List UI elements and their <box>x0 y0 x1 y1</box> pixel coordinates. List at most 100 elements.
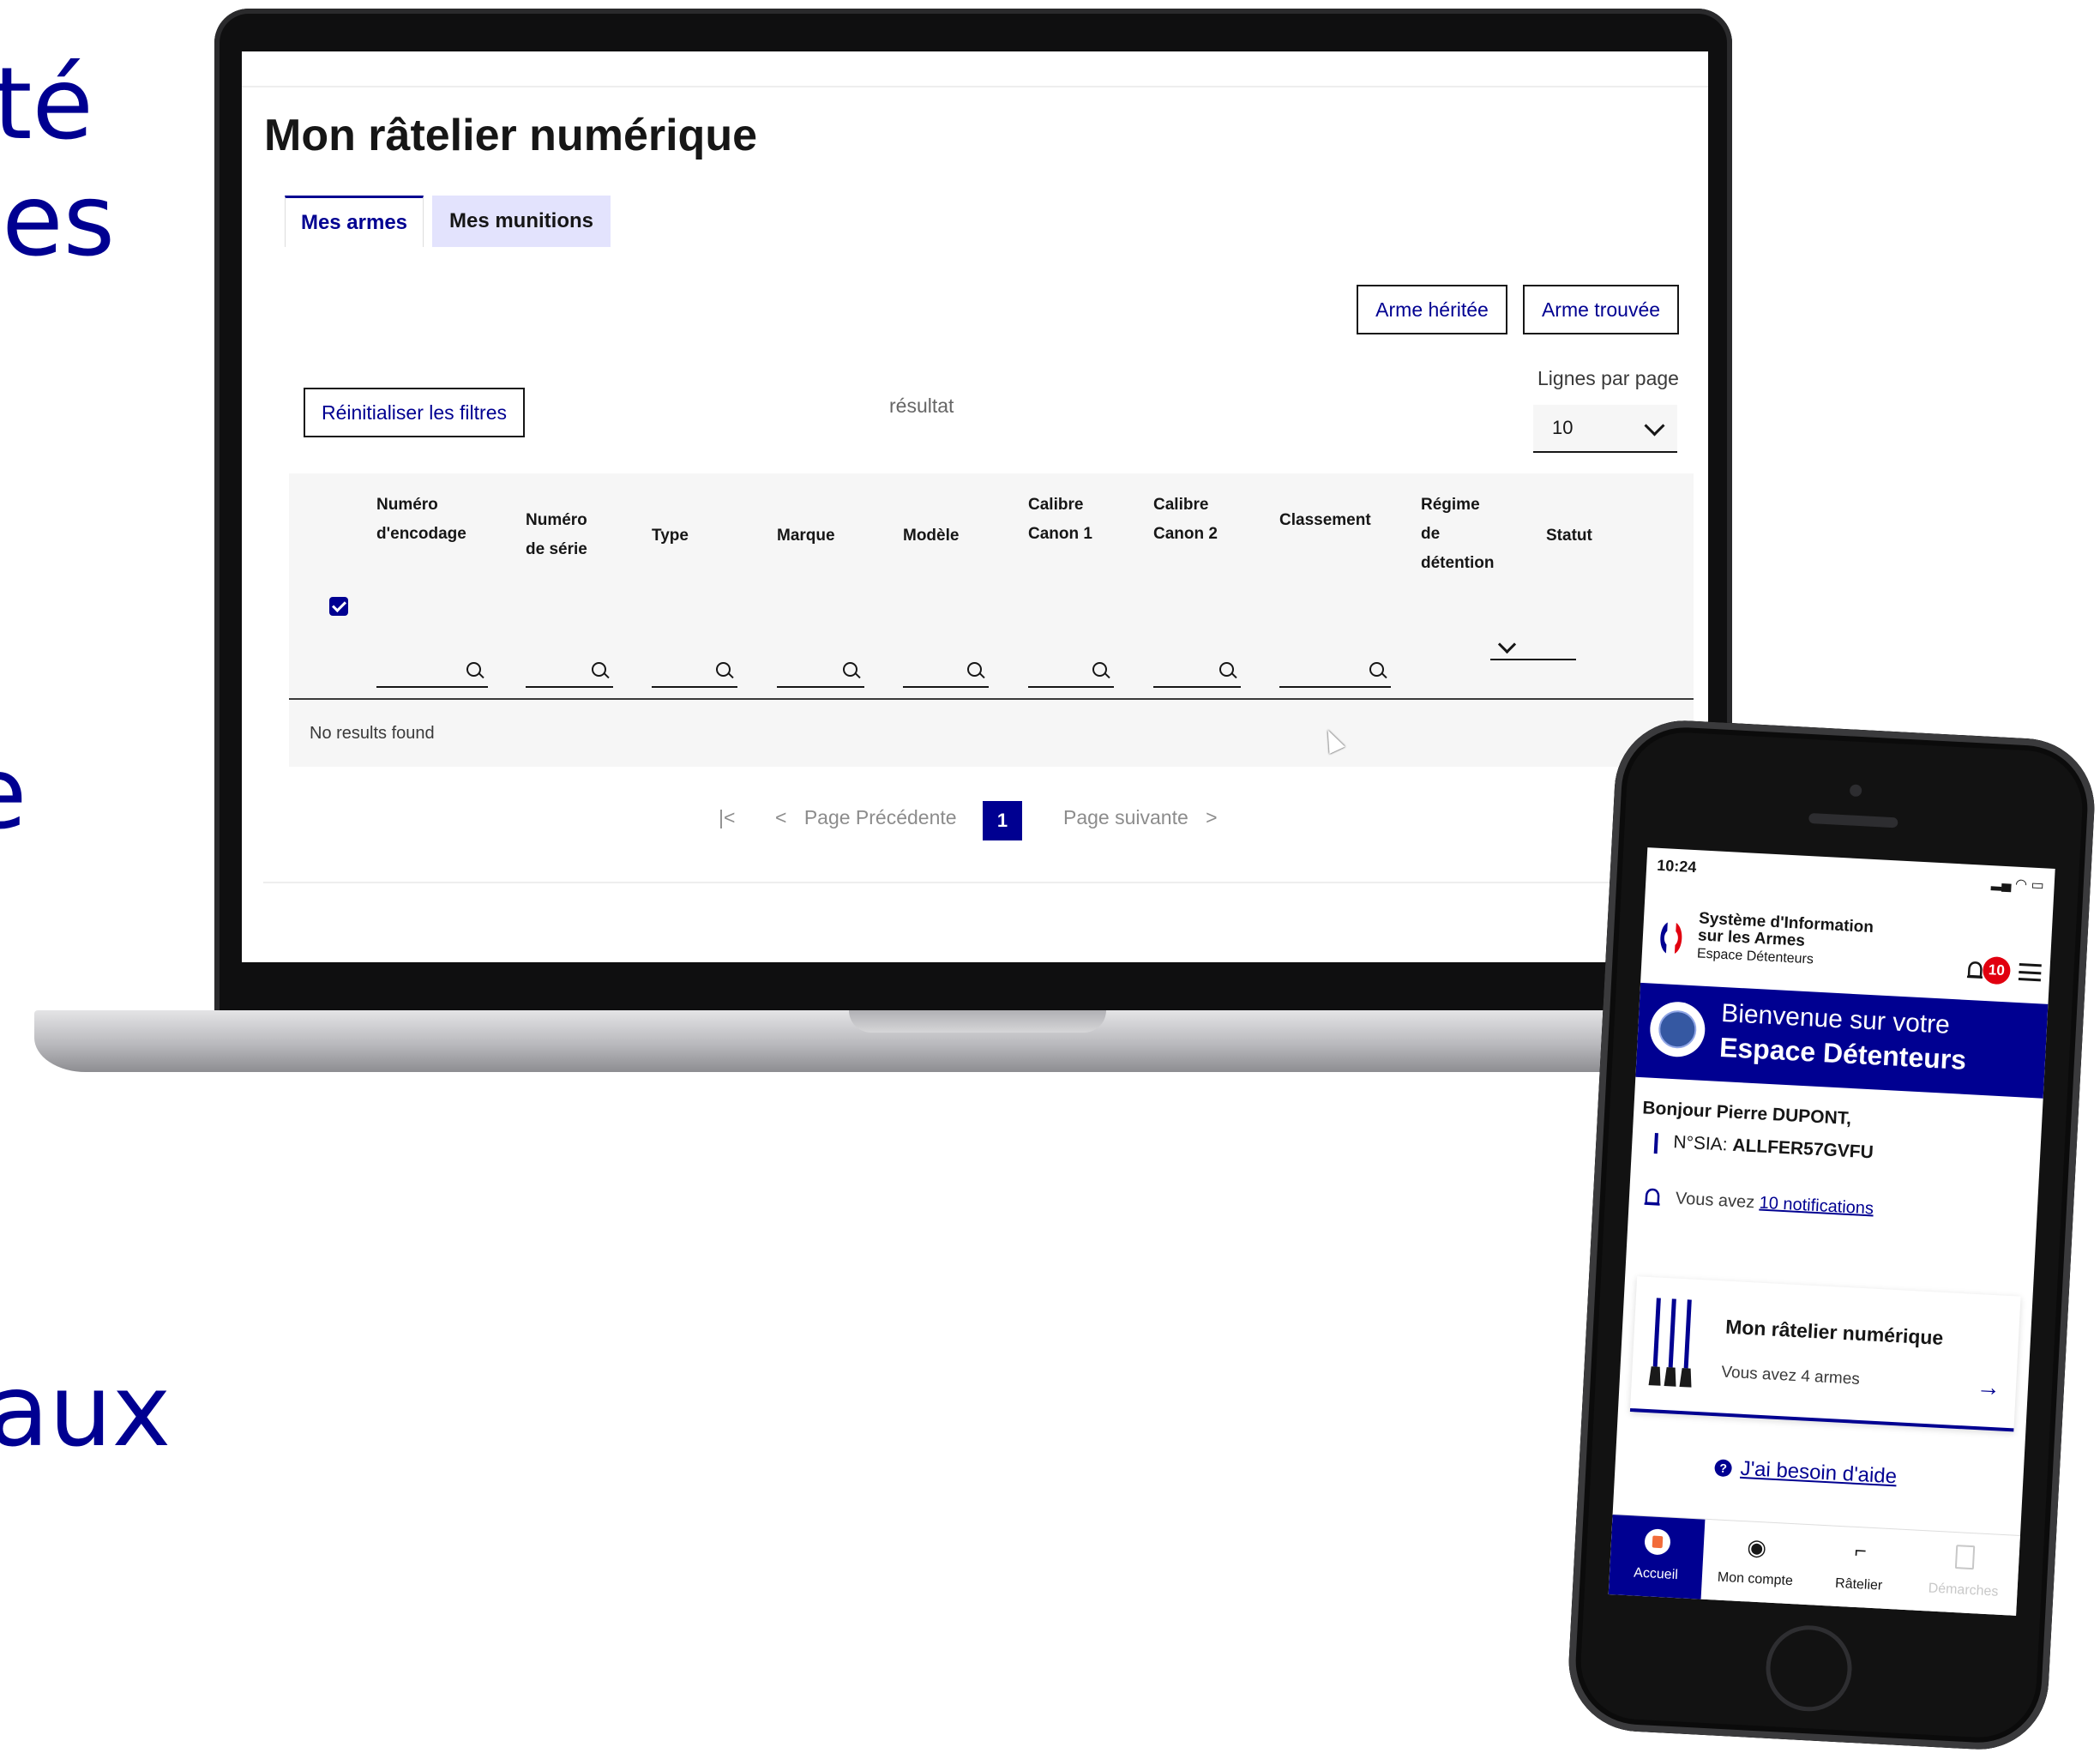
nav-label: Accueil <box>1633 1565 1679 1583</box>
search-icon <box>592 662 606 677</box>
home-button[interactable] <box>1764 1623 1854 1714</box>
card-title: Mon râtelier numérique <box>1724 1315 1944 1349</box>
hamburger-menu-icon[interactable] <box>2018 963 2042 982</box>
greeting: Bonjour Pierre DUPONT, <box>1641 1098 1852 1130</box>
previous-page-label: Page Précédente <box>803 806 957 828</box>
nsia-line: N°SIA: ALLFER57GVFU <box>1673 1132 1874 1163</box>
col-label: d'encodage <box>376 525 466 543</box>
previous-page-button[interactable]: < Page Précédente <box>775 806 957 829</box>
col-calibre-canon-2[interactable]: Calibre Canon 2 <box>1153 491 1218 549</box>
col-numero-serie[interactable]: Numéro de série <box>526 506 587 564</box>
card-subtitle: Vous avez 4 armes <box>1720 1363 1861 1389</box>
tab-mes-munitions[interactable]: Mes munitions <box>432 196 611 247</box>
document-icon <box>1954 1545 1976 1570</box>
question-icon: ? <box>1714 1459 1733 1478</box>
home-icon <box>1644 1528 1671 1556</box>
nav-ratelier[interactable]: ⌐ Râtelier <box>1807 1525 1912 1611</box>
account-icon: ◉ <box>1746 1533 1767 1561</box>
notif-prefix: Vous avez <box>1675 1189 1755 1213</box>
nsia-label: N°SIA: <box>1672 1132 1729 1155</box>
tab-mes-armes[interactable]: Mes armes <box>285 196 424 247</box>
next-page-label: Page suivante <box>1063 806 1188 828</box>
bottom-navigation: Accueil ◉ Mon compte ⌐ Râtelier Démarche… <box>1608 1514 2020 1616</box>
filter-numero-serie[interactable] <box>526 662 613 688</box>
ratelier-card[interactable]: Mon râtelier numérique Vous avez 4 armes… <box>1629 1276 2021 1432</box>
col-numero-encodage[interactable]: Numéro d'encodage <box>376 491 466 549</box>
left-text-3: e <box>0 744 27 844</box>
top-bar <box>242 51 1708 87</box>
filter-numero-encodage[interactable] <box>376 662 488 688</box>
col-statut[interactable]: Statut <box>1546 521 1592 551</box>
search-icon <box>1219 662 1234 677</box>
first-page-icon[interactable]: |< <box>719 806 735 829</box>
notifications-link[interactable]: 10 notifications <box>1759 1194 1874 1219</box>
search-icon <box>967 662 982 677</box>
search-icon <box>1369 662 1384 677</box>
col-type[interactable]: Type <box>652 521 689 551</box>
col-label: Canon 1 <box>1028 525 1092 543</box>
laptop-notch <box>849 1010 1106 1033</box>
arme-heritee-button[interactable]: Arme héritée <box>1357 285 1507 334</box>
arrow-right-icon[interactable]: → <box>1976 1373 2001 1401</box>
left-text-4: aux <box>0 1353 171 1469</box>
nav-label: Démarches <box>1928 1581 1999 1599</box>
notification-text: Vous avez 10 notifications <box>1675 1189 1874 1219</box>
chevron-down-icon <box>1644 415 1665 437</box>
laptop-screen: Mon râtelier numérique Mes armes Mes mun… <box>242 51 1708 962</box>
col-label: Calibre <box>1028 496 1084 514</box>
target-icon <box>1648 1000 1706 1058</box>
col-regime-detention[interactable]: Régime de détention <box>1421 491 1495 578</box>
gun-icon: ⌐ <box>1854 1539 1868 1563</box>
camera-icon <box>1849 784 1862 798</box>
col-label: Numéro <box>376 496 438 514</box>
nav-demarches[interactable]: Démarches <box>1908 1530 2020 1615</box>
chevron-right-icon: > <box>1206 806 1218 828</box>
col-calibre-canon-1[interactable]: Calibre Canon 1 <box>1028 491 1092 549</box>
status-time: 10:24 <box>1656 856 1697 876</box>
no-results-text: No results found <box>310 724 435 743</box>
welcome-banner: Bienvenue sur votre Espace Détenteurs <box>1635 982 2049 1099</box>
col-label: Calibre <box>1153 496 1209 514</box>
bell-icon <box>1644 1188 1660 1206</box>
help-link[interactable]: J'ai besoin d'aide <box>1740 1457 1898 1490</box>
filter-type[interactable] <box>652 662 737 688</box>
col-label: de <box>1421 525 1441 543</box>
search-icon <box>716 662 731 677</box>
signal-wifi-battery-icon: ▂▄ ◠ ▭ <box>1990 876 2045 894</box>
col-label: détention <box>1421 554 1495 572</box>
marianne-logo-icon <box>1660 922 1682 954</box>
current-page-button[interactable]: 1 <box>983 801 1022 840</box>
col-label: Canon 2 <box>1153 525 1218 543</box>
arme-trouvee-button[interactable]: Arme trouvée <box>1523 285 1679 334</box>
select-all-checkbox[interactable] <box>329 597 348 616</box>
next-page-button[interactable]: Page suivante > <box>1063 806 1218 829</box>
result-count: résultat <box>889 395 954 417</box>
notification-badge[interactable]: 10 <box>1982 955 2012 985</box>
phone-frame: 10:24 ▂▄ ◠ ▭ Système d'Information sur l… <box>1565 717 2098 1753</box>
col-classement[interactable]: Classement <box>1279 506 1371 535</box>
lines-per-page-value: 10 <box>1552 417 1573 438</box>
search-icon <box>843 662 857 677</box>
phone-mockup: 10:24 ▂▄ ◠ ▭ Système d'Information sur l… <box>1565 717 2100 1753</box>
chevron-left-icon: < <box>775 806 787 828</box>
filter-statut[interactable] <box>1490 659 1576 660</box>
col-label: Numéro <box>526 511 587 529</box>
filter-marque[interactable] <box>777 662 864 688</box>
filter-modele[interactable] <box>903 662 989 688</box>
rifles-icon <box>1648 1298 1692 1388</box>
divider <box>263 882 1687 883</box>
col-marque[interactable]: Marque <box>777 521 835 551</box>
page-title: Mon râtelier numérique <box>264 111 757 160</box>
search-icon <box>466 662 481 677</box>
filter-calibre-canon-2[interactable] <box>1153 662 1241 688</box>
nav-accueil[interactable]: Accueil <box>1608 1515 1706 1600</box>
filter-calibre-canon-1[interactable] <box>1028 662 1114 688</box>
nav-mon-compte[interactable]: ◉ Mon compte <box>1701 1520 1812 1605</box>
filter-classement[interactable] <box>1279 662 1391 688</box>
left-text-1: té <box>0 46 93 162</box>
lines-per-page-select[interactable]: 10 <box>1533 405 1677 453</box>
speaker-grille <box>1808 812 1898 828</box>
col-modele[interactable]: Modèle <box>903 521 959 551</box>
reset-filters-button[interactable]: Réinitialiser les filtres <box>304 388 525 437</box>
phone-screen: 10:24 ▂▄ ◠ ▭ Système d'Information sur l… <box>1608 847 2055 1616</box>
